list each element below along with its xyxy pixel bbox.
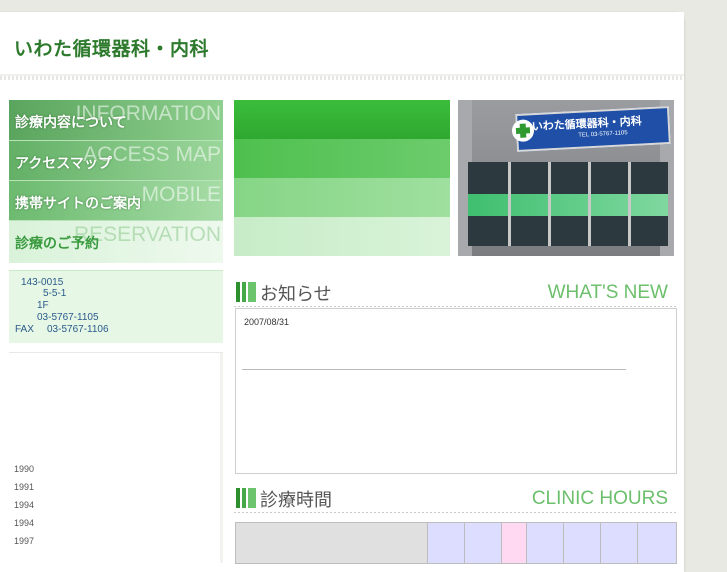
banner-stripe: [234, 139, 450, 178]
heading-bar-icon: [236, 488, 256, 508]
nav-item-label: 携帯サイトのご案内: [15, 196, 141, 212]
news-heading-jp: お知らせ: [260, 284, 332, 305]
news-box[interactable]: 2007/08/31: [235, 308, 677, 474]
history-year: 1990: [14, 464, 35, 474]
heading-bar-icon: [236, 282, 256, 302]
news-divider: [242, 369, 626, 370]
hours-table-day: [563, 523, 600, 563]
address-street: 5-5-1: [43, 288, 67, 299]
hours-table: [235, 522, 677, 564]
history-year: 1994: [14, 518, 35, 528]
hours-table-header: [236, 523, 427, 563]
banner-stripe: [234, 217, 450, 256]
nav-item-label: 診療内容について: [15, 115, 127, 131]
hours-table-day: [526, 523, 563, 563]
nav-item-en-label: MOBILE: [141, 183, 221, 206]
hours-heading: 診療時間 CLINIC HOURS: [234, 486, 676, 514]
clinic-history: 1990 1991 1994 1994 1997: [9, 352, 223, 563]
window-frame: [588, 162, 591, 246]
clinic-photo: いわた循環器科・内科 TEL 03-5767-1105: [458, 100, 674, 256]
hours-table-day: [501, 523, 526, 563]
address-fax-label: FAX: [15, 324, 34, 335]
hours-heading-en: CLINIC HOURS: [531, 488, 668, 509]
address-fax: 03-5767-1106: [47, 324, 109, 335]
history-year: 1991: [14, 482, 35, 492]
main-nav: INFORMATION 診療内容について ACCESS MAP アクセスマップ …: [9, 100, 223, 263]
site-header: いわた循環器科・内科: [0, 12, 684, 77]
heading-rule: [234, 306, 676, 307]
clinic-sign: いわた循環器科・内科 TEL 03-5767-1105: [511, 105, 671, 153]
header-divider: [0, 76, 684, 80]
nav-item-label: 診療のご予約: [15, 236, 99, 252]
hours-table-day: [637, 523, 676, 563]
news-heading-en: WHAT'S NEW: [547, 282, 668, 303]
storefront-stripe: [468, 194, 668, 216]
hours-heading-jp: 診療時間: [260, 490, 332, 511]
window-frame: [508, 162, 511, 246]
site-title[interactable]: いわた循環器科・内科: [14, 34, 209, 61]
nav-item-access-map[interactable]: ACCESS MAP アクセスマップ: [9, 140, 223, 181]
nav-item-label: アクセスマップ: [15, 156, 112, 172]
heading-rule: [234, 512, 676, 513]
window-frame: [548, 162, 551, 246]
banner-stripe: [234, 178, 450, 217]
sign-tel: TEL 03-5767-1105: [578, 130, 628, 139]
green-banner: [234, 100, 450, 256]
nav-item-reservation[interactable]: RESERVATION 診療のご予約: [9, 220, 223, 263]
address-postal: 143-0015: [21, 277, 64, 288]
hours-table-day: [464, 523, 501, 563]
news-date: 2007/08/31: [244, 317, 290, 327]
news-heading: お知らせ WHAT'S NEW: [234, 280, 676, 308]
hours-table-day: [600, 523, 637, 563]
window-frame: [628, 162, 631, 246]
page-container: いわた循環器科・内科 INFORMATION 診療内容について ACCESS M…: [0, 12, 684, 572]
nav-item-mobile[interactable]: MOBILE 携帯サイトのご案内: [9, 180, 223, 221]
hours-table-day: [427, 523, 464, 563]
history-year: 1994: [14, 500, 35, 510]
address-floor: 1F: [37, 300, 49, 311]
nav-item-information[interactable]: INFORMATION 診療内容について: [9, 100, 223, 140]
banner-stripe: [234, 100, 450, 139]
clinic-address: 143-0015 5-5-1 1F 03-5767-1105 FAX 03-57…: [9, 270, 223, 343]
address-tel: 03-5767-1105: [37, 312, 99, 323]
